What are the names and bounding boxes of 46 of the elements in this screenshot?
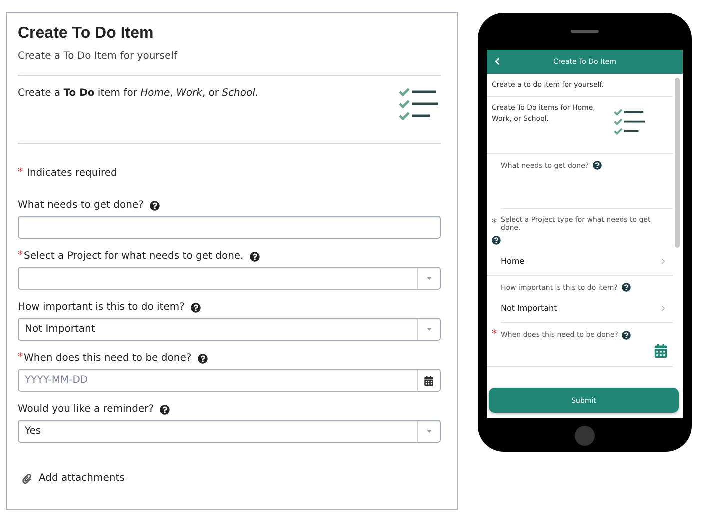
select-value: Not Important xyxy=(501,304,558,313)
required-mark: * xyxy=(492,330,497,340)
required-mark: * xyxy=(18,251,23,261)
required-mark: * xyxy=(18,353,23,363)
help-icon[interactable] xyxy=(622,330,632,340)
checklist-icon xyxy=(614,109,648,135)
dropdown-field[interactable]: Yes xyxy=(18,420,441,443)
required-note: Indicates required xyxy=(27,168,118,179)
field-label: When does this need to be done? xyxy=(24,353,192,364)
phone-speaker xyxy=(571,30,599,33)
caret-icon xyxy=(426,430,432,433)
checklist-icon xyxy=(399,88,441,120)
intro-text: Create a To Do item for Home, Work, or School. xyxy=(18,88,259,101)
field-label: Select a Project for what needs to get done. xyxy=(24,251,244,262)
dropdown-value: Not Important xyxy=(24,324,96,335)
help-icon[interactable] xyxy=(622,283,631,292)
help-icon[interactable] xyxy=(492,236,501,245)
dropdown-value: Yes xyxy=(24,426,42,437)
caret-icon xyxy=(426,277,432,280)
select-row[interactable]: Not Important xyxy=(501,304,668,313)
chevron-icon xyxy=(659,257,668,266)
scrollbar[interactable] xyxy=(675,78,680,248)
page-title: Create To Do Item xyxy=(18,25,155,43)
date-input[interactable]: YYYY-MM-DD xyxy=(18,369,441,392)
paperclip-icon xyxy=(22,474,32,484)
dropdown-field[interactable]: Not Important xyxy=(18,318,441,341)
text-input[interactable] xyxy=(18,216,441,239)
field-label: Would you like a reminder? xyxy=(18,404,154,415)
select-value: Home xyxy=(501,257,525,266)
field-label: What needs to get done? xyxy=(18,200,144,211)
help-icon[interactable] xyxy=(160,404,170,414)
calendar-icon[interactable] xyxy=(424,376,434,386)
chevron-icon xyxy=(659,304,668,313)
help-icon[interactable] xyxy=(593,161,602,170)
page-subtitle: Create a To Do Item for yourself xyxy=(18,51,441,76)
help-icon[interactable] xyxy=(198,354,208,364)
caret-icon xyxy=(426,328,432,331)
required-mark: * xyxy=(18,168,23,178)
help-icon[interactable] xyxy=(250,252,260,262)
dropdown-field[interactable] xyxy=(18,267,441,290)
add-attachments-link[interactable]: Add attachments xyxy=(22,473,441,484)
select-row[interactable]: Home xyxy=(501,257,668,266)
required-mark: * xyxy=(492,219,497,229)
help-icon[interactable] xyxy=(190,302,201,312)
field-label: How important is this to do item? xyxy=(18,302,185,313)
help-icon[interactable] xyxy=(150,200,160,210)
